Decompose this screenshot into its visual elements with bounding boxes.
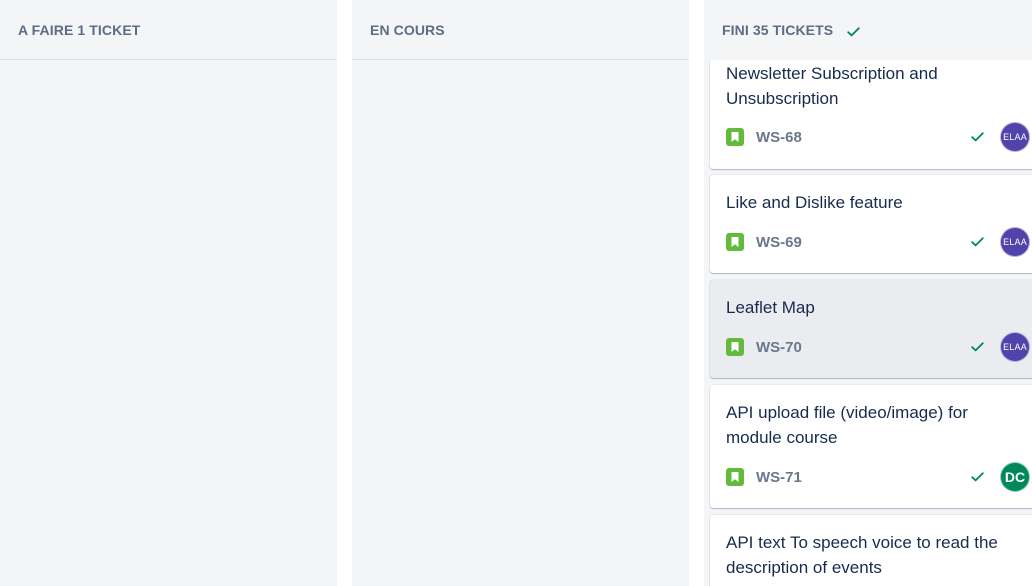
issue-key[interactable]: WS-70 bbox=[756, 339, 802, 356]
column-title-done: FINI 35 TICKETS bbox=[722, 22, 834, 38]
card-footer: WS-68 ELAA bbox=[726, 122, 1030, 152]
issue-card[interactable]: Leaflet Map WS-70 ELAA bbox=[710, 280, 1032, 378]
column-header-todo[interactable]: A FAIRE 1 TICKET bbox=[0, 0, 337, 60]
card-title: Like and Dislike feature bbox=[726, 193, 903, 212]
avatar[interactable]: DC bbox=[1000, 462, 1030, 492]
avatar[interactable]: ELAA bbox=[1000, 122, 1030, 152]
card-footer: WS-71 DC bbox=[726, 462, 1030, 492]
story-icon bbox=[726, 128, 744, 146]
check-icon bbox=[971, 237, 984, 247]
column-header-done[interactable]: FINI 35 TICKETS bbox=[704, 0, 1032, 60]
card-footer: WS-69 ELAA bbox=[726, 227, 1030, 257]
column-done: FINI 35 TICKETS Newsletter Subscription … bbox=[704, 0, 1032, 586]
story-icon bbox=[726, 338, 744, 356]
check-icon bbox=[971, 472, 984, 482]
issue-card[interactable]: API upload file (video/image) for module… bbox=[710, 385, 1032, 508]
card-title: Leaflet Map bbox=[726, 298, 815, 317]
avatar[interactable]: ELAA bbox=[1000, 332, 1030, 362]
avatar[interactable]: ELAA bbox=[1000, 227, 1030, 257]
issue-key[interactable]: WS-69 bbox=[756, 234, 802, 251]
card-title: API upload file (video/image) for module… bbox=[726, 403, 968, 447]
story-icon bbox=[726, 233, 744, 251]
column-title-in-progress: EN COURS bbox=[370, 21, 445, 38]
issue-key[interactable]: WS-68 bbox=[756, 129, 802, 146]
kanban-board: A FAIRE 1 TICKET EN COURS FINI 35 TICKET… bbox=[0, 0, 1032, 586]
story-icon bbox=[726, 468, 744, 486]
issue-card[interactable]: Like and Dislike feature WS-69 ELAA bbox=[710, 175, 1032, 273]
column-header-in-progress[interactable]: EN COURS bbox=[352, 0, 689, 60]
check-icon bbox=[847, 26, 860, 37]
column-title-todo: A FAIRE 1 TICKET bbox=[18, 21, 141, 38]
column-in-progress: EN COURS bbox=[352, 0, 689, 586]
card-footer: WS-70 ELAA bbox=[726, 332, 1030, 362]
issue-key[interactable]: WS-71 bbox=[756, 469, 802, 486]
issue-card[interactable]: API text To speech voice to read the des… bbox=[710, 515, 1032, 586]
card-title: Newsletter Subscription and Unsubscripti… bbox=[726, 64, 938, 108]
card-title: API text To speech voice to read the des… bbox=[726, 533, 998, 577]
check-icon bbox=[971, 342, 984, 352]
column-todo: A FAIRE 1 TICKET bbox=[0, 0, 337, 586]
check-icon bbox=[971, 132, 984, 142]
